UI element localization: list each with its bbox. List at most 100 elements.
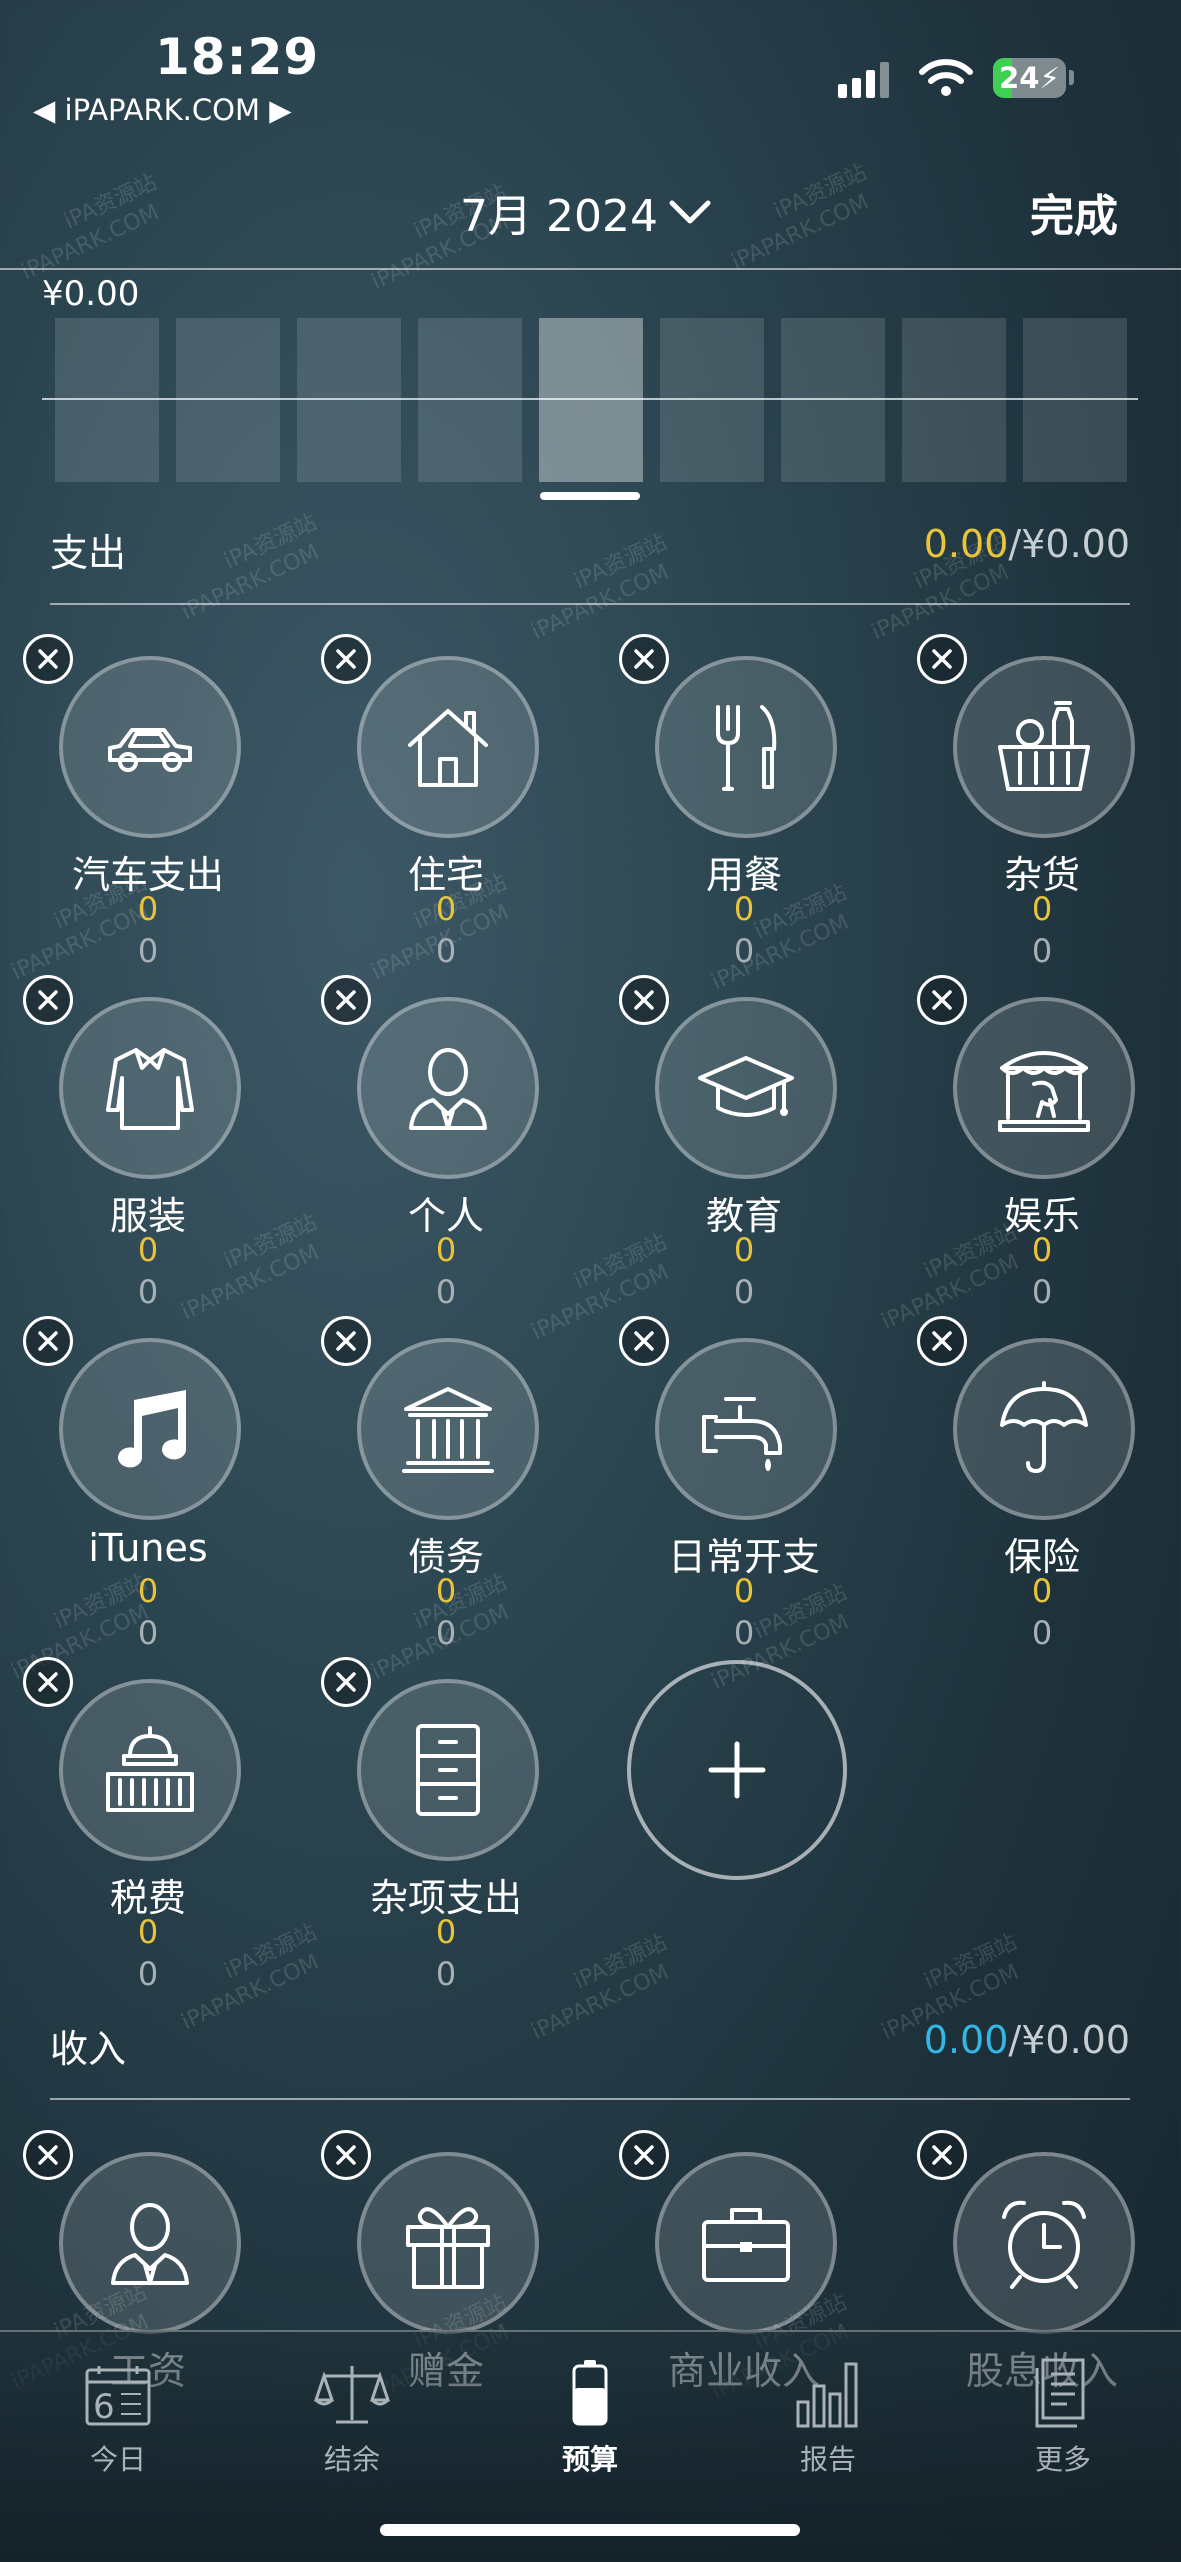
remove-category-button[interactable] [619, 634, 669, 684]
expense-category-7[interactable]: 教育 0 0 [619, 975, 869, 1311]
expense-category-11[interactable]: 日常开支 0 0 [619, 1316, 869, 1652]
income-budget: /¥0.00 [1008, 2018, 1130, 2062]
remove-category-button[interactable] [321, 1657, 371, 1707]
person-icon [59, 2152, 241, 2334]
close-icon [932, 2145, 952, 2165]
expense-category-13[interactable]: 税费 0 0 [23, 1657, 273, 1993]
tab-document[interactable]: 更多 [983, 2350, 1143, 2478]
status-carrier: ◀ iPAPARK.COM ▶ [33, 93, 292, 127]
chevron-down-icon [669, 200, 711, 224]
remove-category-button[interactable] [23, 634, 73, 684]
remove-category-button[interactable] [917, 975, 967, 1025]
expense-category-4[interactable]: 杂货 0 0 [917, 634, 1167, 970]
category-spent: 0 [137, 1572, 159, 1610]
month-selector[interactable]: 7月 2024 [460, 180, 712, 244]
category-spent: 0 [1031, 1231, 1053, 1269]
income-section-title: 收入 [50, 2027, 127, 2071]
expense-category-10[interactable]: 债务 0 0 [321, 1316, 571, 1652]
expense-category-5[interactable]: 服装 0 0 [23, 975, 273, 1311]
tab-label: 今日 [89, 2443, 146, 2476]
category-spent: 0 [435, 1231, 457, 1269]
add-category-button[interactable] [627, 1660, 847, 1880]
close-icon [634, 649, 654, 669]
status-time: 18:29 [155, 28, 320, 86]
battery-indicator: 24⚡ [993, 58, 1066, 98]
close-icon [38, 1672, 58, 1692]
close-icon [38, 2145, 58, 2165]
close-icon [336, 1672, 356, 1692]
remove-category-button[interactable] [321, 2130, 371, 2180]
month-bar-6[interactable] [660, 318, 764, 482]
home-indicator [380, 2524, 800, 2536]
remove-category-button[interactable] [917, 1316, 967, 1366]
sweater-icon [59, 997, 241, 1179]
briefcase-icon [655, 2152, 837, 2334]
remove-category-button[interactable] [321, 975, 371, 1025]
expense-category-3[interactable]: 用餐 0 0 [619, 634, 869, 970]
remove-category-button[interactable] [23, 1316, 73, 1366]
remove-category-button[interactable] [917, 634, 967, 684]
expense-category-12[interactable]: 保险 0 0 [917, 1316, 1167, 1652]
close-icon [336, 649, 356, 669]
month-bar-2[interactable] [176, 318, 280, 482]
category-budget: 0 [1031, 932, 1053, 970]
month-bar-1[interactable] [55, 318, 159, 482]
remove-category-button[interactable] [619, 975, 669, 1025]
remove-category-button[interactable] [917, 2130, 967, 2180]
remove-category-button[interactable] [619, 1316, 669, 1366]
month-bar-8[interactable] [902, 318, 1006, 482]
close-icon [336, 2145, 356, 2165]
remove-category-button[interactable] [23, 975, 73, 1025]
cabinet-icon [357, 1679, 539, 1861]
month-bar-3[interactable] [297, 318, 401, 482]
tab-battery[interactable]: 预算 [510, 2350, 670, 2478]
close-icon [932, 649, 952, 669]
tab-scale[interactable]: 结余 [272, 2350, 432, 2478]
done-button[interactable]: 完成 [1030, 180, 1118, 244]
remove-category-button[interactable] [321, 1316, 371, 1366]
expense-category-14[interactable]: 杂项支出 0 0 [321, 1657, 571, 1993]
month-bar-5[interactable] [539, 318, 643, 482]
expense-category-2[interactable]: 住宅 0 0 [321, 634, 571, 970]
category-budget: 0 [1031, 1614, 1053, 1652]
remove-category-button[interactable] [321, 634, 371, 684]
watermark: iPA资源站iPAPARK.COM [716, 159, 884, 277]
expense-spent: 0.00 [923, 522, 1009, 566]
category-name: iTunes [88, 1526, 208, 1570]
category-budget: 0 [435, 932, 457, 970]
expense-category-9[interactable]: iTunes 0 0 [23, 1316, 273, 1652]
category-budget: 0 [733, 932, 755, 970]
battery-tip [1069, 70, 1074, 85]
bar-chart-icon [748, 2350, 908, 2428]
carousel-icon [953, 997, 1135, 1179]
person-icon [357, 997, 539, 1179]
tab-calendar[interactable]: 6 今日 [38, 2350, 198, 2478]
house-icon [357, 656, 539, 838]
expense-category-8[interactable]: 娱乐 0 0 [917, 975, 1167, 1311]
tab-bar-chart[interactable]: 报告 [748, 2350, 908, 2478]
close-icon [336, 990, 356, 1010]
alarm-clock-icon [953, 2152, 1135, 2334]
gift-icon [357, 2152, 539, 2334]
category-spent: 0 [1031, 1572, 1053, 1610]
month-bar-4[interactable] [418, 318, 522, 482]
remove-category-button[interactable] [619, 2130, 669, 2180]
income-divider [50, 2098, 1130, 2100]
expense-category-6[interactable]: 个人 0 0 [321, 975, 571, 1311]
tab-label: 更多 [1034, 2443, 1091, 2476]
wifi-icon [919, 59, 973, 96]
month-bar-7[interactable] [781, 318, 885, 482]
battery-icon [510, 2350, 670, 2428]
category-budget: 0 [137, 1955, 159, 1993]
close-icon [634, 990, 654, 1010]
battery-level: 24⚡ [999, 61, 1060, 95]
close-icon [38, 1331, 58, 1351]
category-spent: 0 [1031, 890, 1053, 928]
remove-category-button[interactable] [23, 1657, 73, 1707]
tab-label: 结余 [323, 2443, 380, 2476]
remove-category-button[interactable] [23, 2130, 73, 2180]
expense-category-1[interactable]: 汽车支出 0 0 [23, 634, 273, 970]
month-bar-9[interactable] [1023, 318, 1127, 482]
chart-amount-label: ¥0.00 [42, 274, 140, 314]
watermark: iPA资源站iPAPARK.COM [516, 529, 684, 647]
